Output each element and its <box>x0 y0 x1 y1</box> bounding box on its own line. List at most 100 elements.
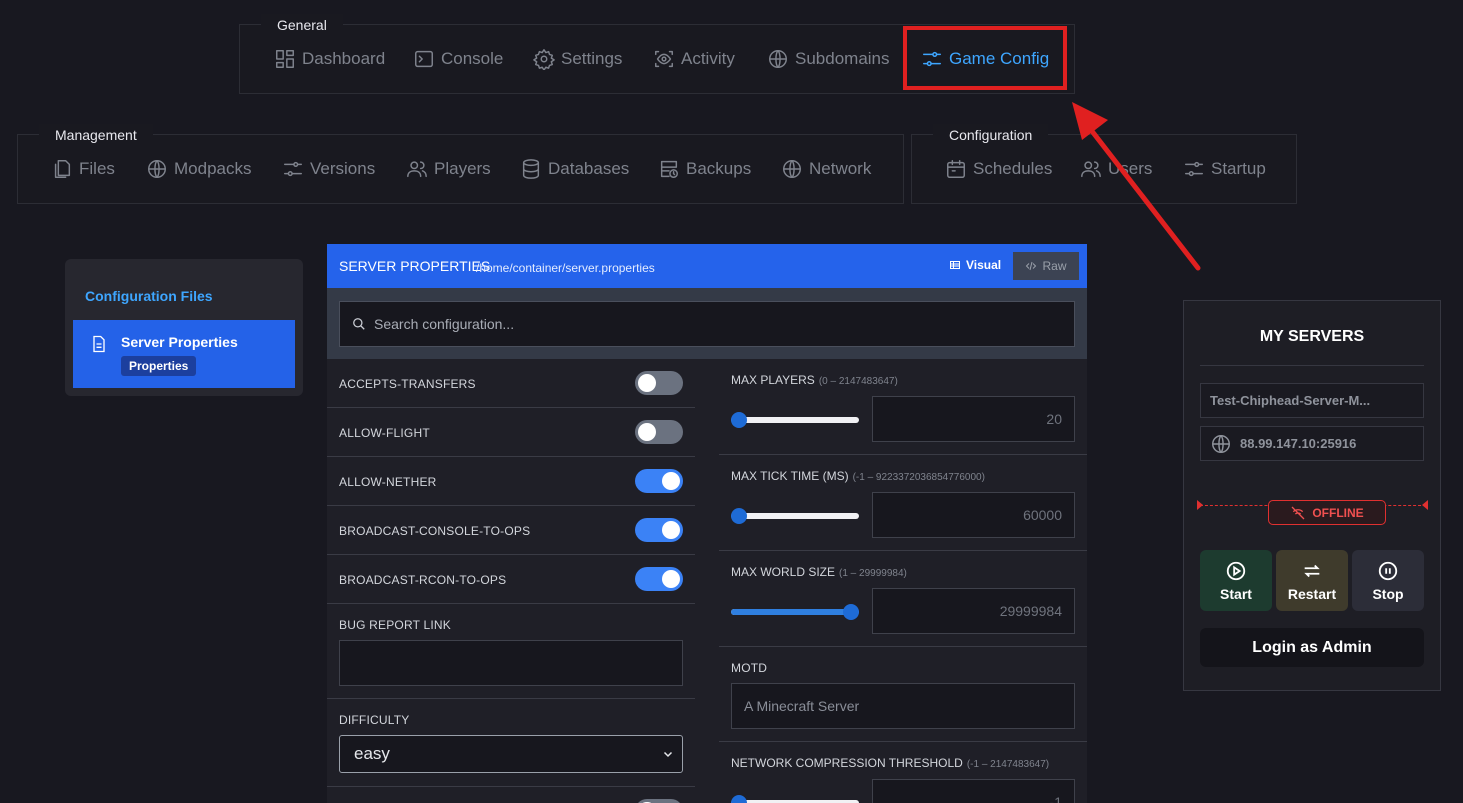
nav-item-label: Network <box>809 159 872 178</box>
editor-path: /home/container/server.properties <box>476 261 655 275</box>
divider <box>1200 365 1424 366</box>
nav-item-label: Console <box>441 49 504 68</box>
raw-mode-label: Raw <box>1042 259 1067 273</box>
network-compression-hint: (-1 – 2147483647) <box>966 759 1050 770</box>
editor-header: SERVER PROPERTIES /home/container/server… <box>327 244 1087 288</box>
toggle-row <box>327 787 695 803</box>
difficulty-select[interactable]: easy <box>339 735 683 773</box>
accepts-transfers-toggle[interactable] <box>635 371 683 395</box>
globe-icon <box>769 50 787 68</box>
bug-report-row: BUG REPORT LINK <box>327 604 695 699</box>
config-files-panel: Configuration Files Server Properties Pr… <box>65 259 303 396</box>
start-button[interactable]: Start <box>1200 550 1272 611</box>
max-tick-time-slider[interactable] <box>731 508 859 524</box>
stop-label: Stop <box>1372 585 1404 602</box>
bug-report-label: BUG REPORT LINK <box>339 618 451 632</box>
config-search-input[interactable] <box>374 316 974 332</box>
nav-item-activity[interactable]: Activity <box>653 48 735 70</box>
config-files-title: Configuration Files <box>85 288 213 304</box>
nav-group-management: Management Files Modpacks Versions Playe… <box>17 124 904 204</box>
nav-item-label: Modpacks <box>174 159 252 178</box>
sliders-icon <box>284 161 302 177</box>
nav-item-label: Versions <box>310 159 376 178</box>
raw-mode-button[interactable]: Raw <box>1013 252 1079 280</box>
max-players-input[interactable]: 20 <box>872 396 1075 442</box>
max-tick-time-input[interactable]: 60000 <box>872 492 1075 538</box>
nav-item-settings[interactable]: Settings <box>533 48 622 70</box>
terminal-icon <box>415 50 433 68</box>
toggle-row: BROADCAST-RCON-TO-OPS <box>327 555 695 604</box>
max-tick-time-row: MAX TICK TIME (MS) (-1 – 9223372036854776… <box>719 455 1087 551</box>
nav-item-backups[interactable]: Backups <box>658 158 751 180</box>
network-compression-input[interactable]: -1 <box>872 779 1075 803</box>
code-icon <box>1026 261 1037 271</box>
nav-item-databases[interactable]: Databases <box>520 158 629 180</box>
broadcast-rcon-to-ops-toggle[interactable] <box>635 567 683 591</box>
status-text: OFFLINE <box>1312 505 1364 520</box>
nav-item-versions[interactable]: Versions <box>282 158 375 180</box>
globe-icon <box>148 160 166 178</box>
max-players-row: MAX PLAYERS (0 – 2147483647) 20 <box>719 359 1087 455</box>
server-properties-editor: SERVER PROPERTIES /home/container/server… <box>327 244 1087 803</box>
dashboard-icon <box>276 50 294 68</box>
next-toggle[interactable] <box>635 799 683 803</box>
difficulty-value: easy <box>354 744 390 763</box>
nav-item-console[interactable]: Console <box>413 48 503 70</box>
table-icon <box>950 261 960 269</box>
motd-input[interactable]: A Minecraft Server <box>731 683 1075 729</box>
nav-item-modpacks[interactable]: Modpacks <box>146 158 251 180</box>
bug-report-input[interactable] <box>339 640 683 686</box>
server-ip-field[interactable]: 88.99.147.10:25916 <box>1200 426 1424 461</box>
restart-icon <box>1304 564 1320 577</box>
start-label: Start <box>1220 585 1252 602</box>
status-line-cap-left <box>1197 500 1203 510</box>
nav-item-label: Schedules <box>973 159 1053 178</box>
visual-mode-button[interactable]: Visual <box>949 258 1001 272</box>
nav-item-network[interactable]: Network <box>781 158 871 180</box>
nav-item-label: Backups <box>686 159 752 178</box>
allow-flight-toggle[interactable] <box>635 420 683 444</box>
max-world-size-row: MAX WORLD SIZE (1 – 29999984) 29999984 <box>719 551 1087 647</box>
nav-item-players[interactable]: Players <box>406 158 491 180</box>
login-as-admin-button[interactable]: Login as Admin <box>1200 628 1424 667</box>
server-ip-text: 88.99.147.10:25916 <box>1240 436 1357 451</box>
allow-nether-toggle[interactable] <box>635 469 683 493</box>
config-file-name: Server Properties <box>121 334 238 350</box>
database-icon <box>522 159 540 179</box>
editor-title: SERVER PROPERTIES <box>339 258 491 274</box>
network-compression-row: NETWORK COMPRESSION THRESHOLD (-1 – 21474… <box>719 742 1087 803</box>
toggle-label: BROADCAST-RCON-TO-OPS <box>339 573 507 587</box>
nav-item-label: Activity <box>681 49 735 68</box>
document-icon <box>93 335 105 353</box>
max-tick-time-hint: (-1 – 9223372036854776000) <box>852 472 985 483</box>
restart-button[interactable]: Restart <box>1276 550 1348 611</box>
globe-icon <box>783 160 801 178</box>
max-world-size-label: MAX WORLD SIZE <box>731 565 836 579</box>
config-search-box[interactable] <box>339 301 1075 347</box>
max-tick-time-label: MAX TICK TIME (MS) <box>731 469 849 483</box>
difficulty-label: DIFFICULTY <box>339 713 410 727</box>
nav-item-label: Files <box>79 159 115 178</box>
toggle-row: ACCEPTS-TRANSFERS <box>327 359 695 408</box>
max-players-label: MAX PLAYERS <box>731 373 815 387</box>
highlight-box <box>903 26 1067 90</box>
eye-icon <box>655 50 673 68</box>
nav-item-schedules[interactable]: Schedules <box>945 158 1052 180</box>
nav-item-label: Settings <box>561 49 623 68</box>
max-world-size-slider[interactable] <box>731 604 859 620</box>
server-name-field[interactable]: Test-Chiphead-Server-M... <box>1200 383 1424 418</box>
nav-item-dashboard[interactable]: Dashboard <box>274 48 385 70</box>
stop-button[interactable]: Stop <box>1352 550 1424 611</box>
files-icon <box>54 160 71 178</box>
nav-item-files[interactable]: Files <box>51 158 115 180</box>
max-world-size-input[interactable]: 29999984 <box>872 588 1075 634</box>
nav-item-label: Subdomains <box>795 49 890 68</box>
nav-item-subdomains[interactable]: Subdomains <box>767 48 890 70</box>
nav-item-label: Players <box>434 159 491 178</box>
toggle-label: BROADCAST-CONSOLE-TO-OPS <box>339 524 531 538</box>
max-world-size-hint: (1 – 29999984) <box>839 568 907 579</box>
broadcast-console-to-ops-toggle[interactable] <box>635 518 683 542</box>
max-players-slider[interactable] <box>731 412 859 428</box>
difficulty-row: DIFFICULTY easy <box>327 699 695 787</box>
config-file-server-properties[interactable]: Server Properties Properties <box>73 320 295 388</box>
